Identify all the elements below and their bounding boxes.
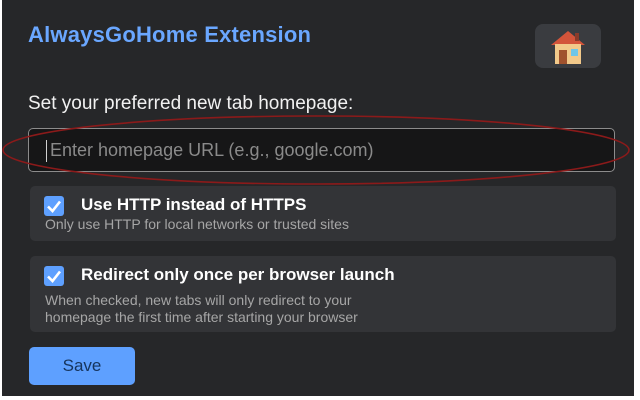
redirect-once-label[interactable]: Redirect only once per browser launch <box>81 265 395 285</box>
save-button[interactable]: Save <box>29 347 135 385</box>
redirect-once-checkbox[interactable] <box>44 266 64 286</box>
homepage-prompt: Set your preferred new tab homepage: <box>28 93 354 114</box>
checkmark-icon <box>47 200 62 213</box>
extension-popup: AlwaysGoHome Extension Set your preferre… <box>2 0 634 396</box>
homepage-url-input[interactable] <box>28 128 615 172</box>
http-option-description: Only use HTTP for local networks or trus… <box>45 216 349 232</box>
redirect-once-option: Redirect only once per browser launch Wh… <box>30 256 616 332</box>
http-checkbox[interactable] <box>44 196 64 216</box>
http-option: Use HTTP instead of HTTPS Only use HTTP … <box>30 186 616 241</box>
redirect-once-description-line2: homepage the first time after starting y… <box>45 309 358 325</box>
page-title: AlwaysGoHome Extension <box>28 22 312 47</box>
checkmark-icon <box>47 270 62 283</box>
house-icon <box>535 24 601 68</box>
text-caret <box>46 140 47 162</box>
redirect-once-description: When checked, new tabs will only redirec… <box>45 292 605 326</box>
http-option-label[interactable]: Use HTTP instead of HTTPS <box>81 195 306 215</box>
redirect-once-description-line1: When checked, new tabs will only redirec… <box>45 292 352 308</box>
